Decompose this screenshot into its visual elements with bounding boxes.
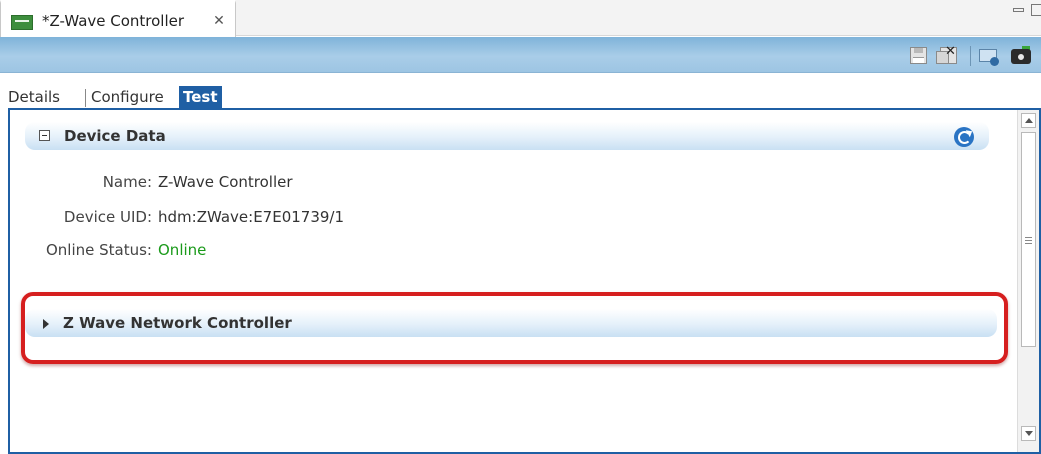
grip-line xyxy=(1025,240,1032,241)
refresh-icon[interactable] xyxy=(954,127,974,147)
scrollbar-thumb[interactable] xyxy=(1021,132,1036,347)
grip-line xyxy=(1025,237,1032,238)
save-icon-label xyxy=(913,57,924,63)
filter-icon[interactable] xyxy=(978,46,1000,66)
device-uid-row: Device UID: hdm:ZWave:E7E01739/1 xyxy=(62,208,662,228)
editor-tabstrip: *Z-Wave Controller ✕ xyxy=(0,0,1041,37)
minimize-icon[interactable] xyxy=(1013,8,1024,12)
editor-toolbar: ✕ xyxy=(0,37,1041,73)
device-uid-value: hdm:ZWave:E7E01739/1 xyxy=(158,208,345,226)
online-status-label: Online Status: xyxy=(45,241,152,259)
test-panel xyxy=(8,108,1041,454)
save-all-icon-x: ✕ xyxy=(945,44,956,59)
device-uid-label: Device UID: xyxy=(63,208,152,226)
toolbar-separator xyxy=(970,46,971,66)
camera-icon-lens xyxy=(1016,52,1026,62)
online-status-row: Online Status: Online xyxy=(46,241,662,261)
tab-configure[interactable]: Configure xyxy=(89,86,166,109)
save-icon[interactable] xyxy=(908,46,930,66)
tab-divider xyxy=(85,89,86,107)
save-icon-slot xyxy=(914,48,923,53)
name-row: Name: Z-Wave Controller xyxy=(62,173,662,193)
online-status-value: Online xyxy=(158,241,207,259)
scroll-down-icon[interactable] xyxy=(1021,426,1036,441)
save-all-icon[interactable]: ✕ xyxy=(936,44,958,66)
scroll-up-icon[interactable] xyxy=(1021,113,1036,128)
camera-icon[interactable] xyxy=(1010,46,1032,66)
close-icon[interactable]: ✕ xyxy=(211,13,227,29)
editor-tab-zwave-controller[interactable]: *Z-Wave Controller ✕ xyxy=(0,0,236,37)
collapse-icon[interactable] xyxy=(39,130,50,141)
tab-test[interactable]: Test xyxy=(179,86,222,109)
filter-icon-dot xyxy=(990,57,999,66)
device-data-header[interactable]: Device Data xyxy=(25,122,989,150)
device-data-title: Device Data xyxy=(64,127,166,145)
editor-tab-title: *Z-Wave Controller xyxy=(42,12,185,30)
vertical-scrollbar[interactable] xyxy=(1017,110,1039,452)
name-value: Z-Wave Controller xyxy=(158,173,293,191)
window-controls xyxy=(1007,2,1041,18)
name-label: Name: xyxy=(102,173,152,191)
device-icon xyxy=(11,15,33,30)
tab-details[interactable]: Details xyxy=(6,86,62,109)
maximize-icon[interactable] xyxy=(1031,4,1041,16)
grip-line xyxy=(1025,243,1032,244)
highlight-box xyxy=(21,292,1008,364)
